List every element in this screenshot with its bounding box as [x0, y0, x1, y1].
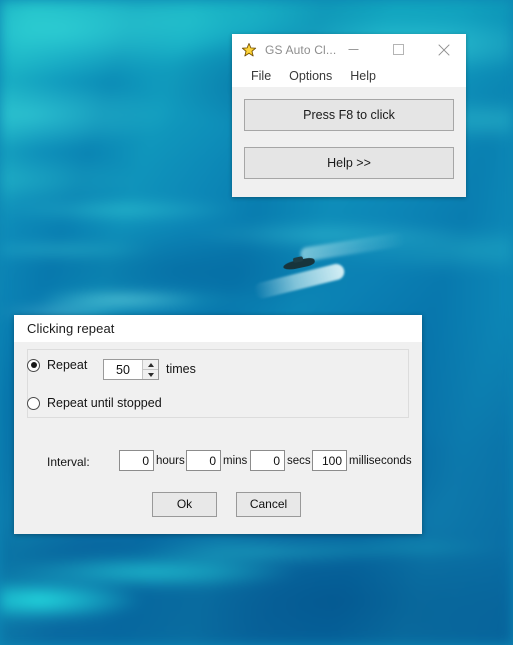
press-f8-to-click-button[interactable]: Press F8 to click: [244, 99, 454, 131]
close-icon[interactable]: [421, 34, 466, 65]
gs-titlebar[interactable]: GS Auto Cl...: [232, 34, 466, 65]
repeat-radio-label: Repeat: [47, 358, 87, 372]
repeat-count-stepper[interactable]: 50: [103, 359, 159, 380]
minimize-icon[interactable]: [331, 34, 376, 65]
repeat-radio-row[interactable]: Repeat: [27, 358, 87, 372]
interval-milliseconds-input[interactable]: 100: [312, 450, 347, 471]
interval-hours-unit: hours: [156, 455, 185, 467]
repeat-count-input[interactable]: 50: [104, 360, 142, 379]
menu-item-options[interactable]: Options: [280, 68, 341, 85]
repeat-until-stopped-radio-icon[interactable]: [27, 397, 40, 410]
interval-mins-group: 0 mins: [186, 450, 247, 471]
menu-item-file[interactable]: File: [242, 68, 280, 85]
interval-secs-group: 0 secs: [250, 450, 311, 471]
gs-window-body: Press F8 to click Help >>: [232, 87, 466, 179]
gs-window-title: GS Auto Cl...: [265, 43, 336, 57]
window-controls: [331, 34, 466, 65]
gs-auto-clicker-window: GS Auto Cl... File Options Hel: [232, 34, 466, 197]
interval-secs-unit: secs: [287, 455, 311, 467]
interval-ms-group: 100 milliseconds: [312, 450, 412, 471]
interval-milliseconds-unit: milliseconds: [349, 455, 412, 467]
spin-up-icon[interactable]: [143, 360, 158, 369]
gs-menubar: File Options Help: [232, 65, 466, 87]
help-button[interactable]: Help >>: [244, 147, 454, 179]
interval-hours-input[interactable]: 0: [119, 450, 154, 471]
interval-hours-group: 0 hours: [119, 450, 185, 471]
interval-mins-unit: mins: [223, 455, 247, 467]
clicking-repeat-dialog: Clicking repeat: [14, 315, 422, 534]
ok-button[interactable]: Ok: [152, 492, 217, 517]
star-icon: [241, 42, 257, 58]
maximize-icon[interactable]: [376, 34, 421, 65]
repeat-until-stopped-radio-row[interactable]: Repeat until stopped: [27, 396, 162, 410]
interval-secs-input[interactable]: 0: [250, 450, 285, 471]
repeat-count-spin-buttons: [142, 360, 158, 379]
repeat-dialog-title: Clicking repeat: [27, 321, 115, 336]
spin-down-icon[interactable]: [143, 369, 158, 379]
repeat-until-stopped-label: Repeat until stopped: [47, 396, 162, 410]
repeat-dialog-titlebar[interactable]: Clicking repeat: [14, 315, 422, 342]
cancel-button[interactable]: Cancel: [236, 492, 301, 517]
interval-mins-input[interactable]: 0: [186, 450, 221, 471]
menu-item-help[interactable]: Help: [341, 68, 385, 85]
repeat-radio-icon[interactable]: [27, 359, 40, 372]
